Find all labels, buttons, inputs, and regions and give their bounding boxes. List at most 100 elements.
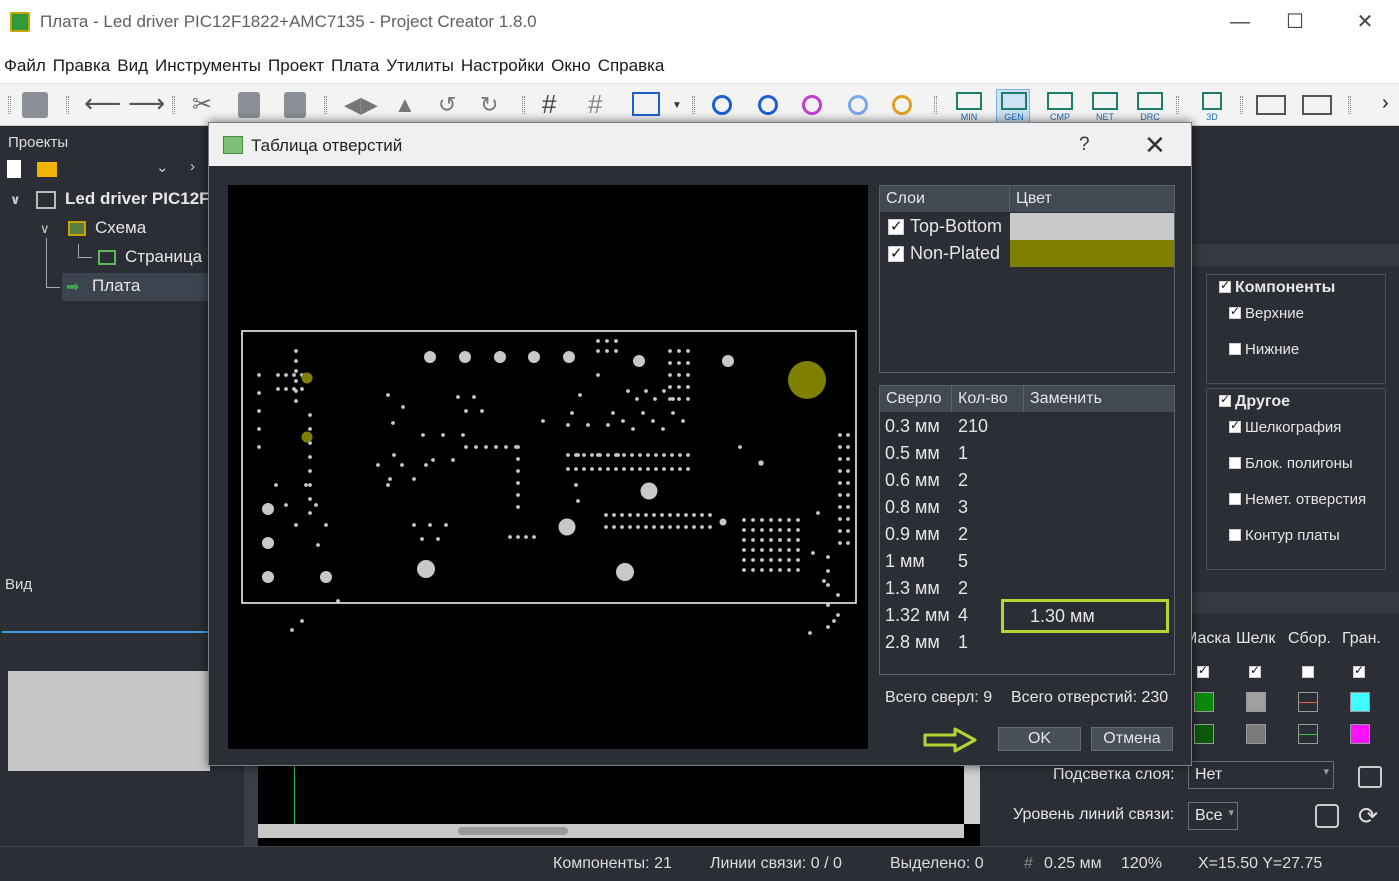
checkbox[interactable] — [1229, 418, 1241, 433]
tree-item-board[interactable]: ➡ Плата — [62, 273, 210, 301]
checkbox[interactable] — [1229, 529, 1241, 541]
checkbox[interactable] — [1229, 343, 1241, 355]
board-outline-toggle[interactable]: Контур платы — [1229, 527, 1340, 544]
zoom-fit-icon[interactable] — [848, 95, 868, 115]
menu-settings[interactable]: Настройки — [457, 44, 547, 76]
zoom-in-icon[interactable] — [712, 95, 732, 115]
mask-top-color-swatch[interactable] — [1194, 692, 1214, 712]
mode-drc-button[interactable]: DRC — [1132, 89, 1166, 123]
ok-button[interactable]: OK — [998, 727, 1081, 751]
zoom-out-icon[interactable] — [758, 95, 778, 115]
checkbox[interactable] — [1229, 457, 1241, 469]
grid-icon[interactable]: # — [542, 91, 568, 118]
silk-top-color-swatch[interactable] — [1246, 692, 1266, 712]
cancel-button[interactable]: Отмена — [1091, 727, 1173, 751]
route-icon[interactable] — [1315, 804, 1339, 828]
layer-highlight-select[interactable]: Нет ▾ — [1188, 761, 1334, 789]
view-preview[interactable] — [8, 671, 210, 771]
replace-drill-input[interactable]: 1.30 мм — [1001, 599, 1169, 633]
chevron-down-icon[interactable]: ⌄ — [156, 158, 169, 176]
zoom-window-icon[interactable] — [802, 95, 822, 115]
chevron-down-icon[interactable]: ∨ — [10, 192, 21, 208]
layer-assembly-checkbox[interactable] — [1302, 666, 1314, 678]
minimize-button[interactable]: — — [1220, 6, 1260, 38]
mask-bottom-color-swatch[interactable] — [1194, 724, 1214, 744]
mode-min-button[interactable]: MIN — [951, 89, 985, 123]
layer-checkbox[interactable] — [888, 217, 904, 235]
outline-top-color-swatch[interactable] — [1350, 692, 1370, 712]
layers-column-header[interactable]: Слои — [880, 186, 1010, 212]
checkbox[interactable] — [1219, 278, 1231, 293]
layer-silk-checkbox[interactable] — [1249, 663, 1261, 678]
align-icon[interactable] — [632, 92, 660, 116]
mirror-horizontal-icon[interactable]: ◀▶ — [344, 92, 378, 118]
checkbox[interactable] — [1219, 392, 1231, 407]
color-column-header[interactable]: Цвет — [1010, 186, 1174, 212]
components-bottom-toggle[interactable]: Нижние — [1229, 341, 1299, 358]
paste-icon[interactable] — [284, 92, 306, 118]
component-chip-icon[interactable] — [1302, 95, 1332, 115]
close-button[interactable]: ✕ — [1345, 6, 1385, 38]
zoom-previous-icon[interactable] — [892, 95, 912, 115]
layers-stack-icon[interactable] — [1256, 95, 1286, 115]
menu-tools[interactable]: Инструменты — [151, 44, 264, 76]
redo-icon[interactable]: ⟶ — [128, 90, 165, 118]
toolbar-more-icon[interactable]: › — [1382, 92, 1399, 118]
chevron-right-icon[interactable]: › — [190, 158, 195, 175]
help-button[interactable]: ? — [1079, 134, 1090, 156]
components-group-toggle[interactable]: Компоненты — [1219, 278, 1335, 297]
layer-row-top-bottom[interactable]: Top-Bottom — [880, 213, 1174, 240]
table-row[interactable]: 0.5 мм 1 — [880, 440, 1174, 467]
layer-color-swatch[interactable] — [1010, 240, 1174, 267]
mode-cmp-button[interactable]: CMP — [1042, 89, 1076, 123]
table-row[interactable]: 2.8 мм 1 — [880, 629, 1174, 656]
new-file-icon[interactable] — [7, 160, 21, 178]
menu-edit[interactable]: Правка — [49, 44, 113, 76]
rotate-left-icon[interactable]: ↺ — [438, 92, 464, 118]
table-row[interactable]: 0.8 мм 3 — [880, 494, 1174, 521]
nonplated-holes-toggle[interactable]: Немет. отверстия — [1229, 491, 1366, 508]
menu-project[interactable]: Проект — [264, 44, 327, 76]
silkscreen-toggle[interactable]: Шелкография — [1229, 418, 1341, 436]
keepout-polygons-toggle[interactable]: Блок. полигоны — [1229, 455, 1353, 472]
menu-help[interactable]: Справка — [594, 44, 668, 76]
vertical-scrollbar[interactable] — [964, 766, 980, 824]
cut-icon[interactable]: ✂ — [192, 92, 218, 118]
menu-view[interactable]: Вид — [113, 44, 151, 76]
table-row[interactable]: 1 мм 5 — [880, 548, 1174, 575]
chevron-down-icon[interactable]: ∨ — [40, 221, 50, 237]
replace-column-header[interactable]: Заменить — [1024, 386, 1174, 412]
table-row[interactable]: 0.3 мм 210 — [880, 413, 1174, 440]
layer-mask-checkbox[interactable] — [1197, 663, 1209, 678]
checkbox[interactable] — [1229, 304, 1241, 319]
mode-gen-button[interactable]: GEN — [996, 89, 1030, 123]
horizontal-scrollbar[interactable] — [258, 824, 964, 838]
silk-bottom-color-swatch[interactable] — [1246, 724, 1266, 744]
snap-grid-icon[interactable]: # — [588, 91, 614, 118]
scrollbar-thumb[interactable] — [458, 827, 568, 835]
count-column-header[interactable]: Кол-во — [952, 386, 1024, 412]
open-folder-icon[interactable] — [37, 162, 57, 177]
assembly-bottom-color-swatch[interactable] — [1298, 724, 1318, 744]
save-icon[interactable] — [22, 92, 48, 118]
menu-window[interactable]: Окно — [547, 44, 594, 76]
tree-item-project[interactable]: ∨ Led driver PIC12F1822+AMC7135 — [0, 186, 334, 214]
refresh-icon[interactable]: ⟳ — [1358, 802, 1378, 831]
table-row[interactable]: 0.9 мм 2 — [880, 521, 1174, 548]
undo-icon[interactable]: ⟵ — [84, 90, 121, 118]
other-group-toggle[interactable]: Другое — [1219, 392, 1290, 411]
drill-preview[interactable] — [228, 185, 868, 749]
layer-row-non-plated[interactable]: Non-Plated — [880, 240, 1174, 267]
ratsnest-level-select[interactable]: Все ▾ — [1188, 802, 1238, 830]
components-top-toggle[interactable]: Верхние — [1229, 304, 1304, 322]
rotate-right-icon[interactable]: ↻ — [480, 92, 506, 118]
layers-icon[interactable] — [1358, 766, 1382, 788]
menu-utilities[interactable]: Утилиты — [382, 44, 457, 76]
layer-color-swatch[interactable] — [1010, 213, 1174, 240]
layer-checkbox[interactable] — [888, 244, 904, 262]
tree-item-schematic[interactable]: ∨ Схема — [0, 215, 210, 243]
view-3d-button[interactable]: 3D — [1194, 89, 1228, 123]
dialog-close-button[interactable]: ✕ — [1144, 130, 1166, 161]
table-row[interactable]: 0.6 мм 2 — [880, 467, 1174, 494]
table-row[interactable]: 1.3 мм 2 — [880, 575, 1174, 602]
